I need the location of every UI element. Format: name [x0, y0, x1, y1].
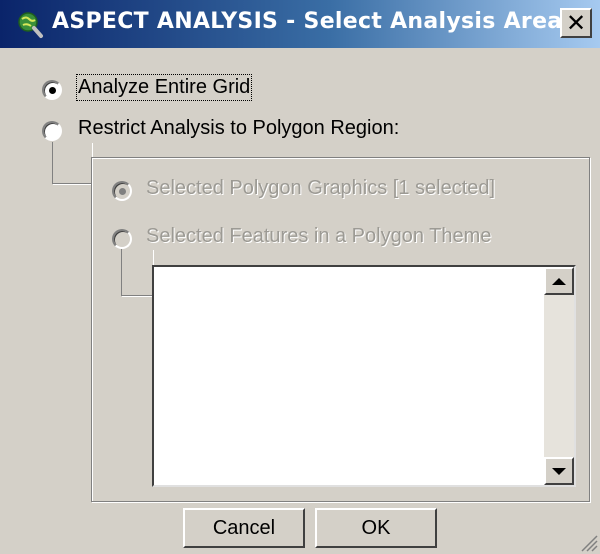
radio-selected-dot — [49, 87, 56, 94]
list-scrollbar[interactable] — [544, 267, 574, 485]
polygon-theme-list[interactable] — [152, 265, 576, 487]
window-title: ASPECT ANALYSIS - Select Analysis Area: — [52, 9, 572, 34]
label-restrict-polygon[interactable]: Restrict Analysis to Polygon Region: — [78, 117, 399, 140]
list-connector — [121, 249, 153, 296]
arrow-up-icon — [552, 277, 566, 285]
close-icon: ✕ — [565, 9, 587, 37]
tree-connector — [52, 142, 92, 184]
radio-entire-grid[interactable] — [42, 80, 62, 100]
label-entire-grid[interactable]: Analyze Entire Grid — [75, 74, 253, 101]
close-button[interactable]: ✕ — [560, 8, 592, 38]
globe-magnifier-icon — [18, 12, 43, 38]
radio-selected-dot — [119, 188, 126, 195]
radio-polygon-graphics[interactable] — [112, 181, 132, 201]
label-polygon-graphics[interactable]: Selected Polygon Graphics [1 selected] — [146, 177, 495, 200]
scroll-up-button[interactable] — [544, 267, 574, 295]
radio-polygon-features[interactable] — [112, 229, 132, 249]
radio-restrict-polygon[interactable] — [42, 121, 62, 141]
label-polygon-features[interactable]: Selected Features in a Polygon Theme — [146, 225, 491, 248]
cancel-button[interactable]: Cancel — [183, 508, 305, 548]
arrow-down-icon — [552, 467, 566, 475]
resize-grip-icon[interactable] — [578, 532, 598, 552]
title-bar[interactable]: ASPECT ANALYSIS - Select Analysis Area: … — [0, 0, 600, 48]
ok-button[interactable]: OK — [315, 508, 437, 548]
scroll-down-button[interactable] — [544, 457, 574, 485]
